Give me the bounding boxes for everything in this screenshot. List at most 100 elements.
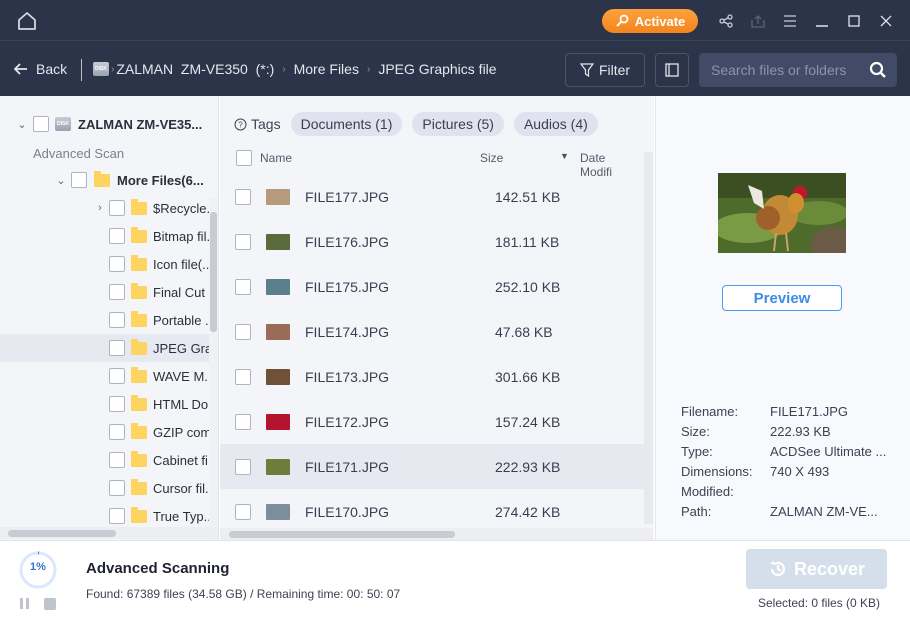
minimize-button[interactable] xyxy=(812,11,832,31)
back-button[interactable]: Back xyxy=(14,61,67,77)
tag-pictures[interactable]: Pictures (5) xyxy=(412,112,504,136)
file-row[interactable]: FILE174.JPG 47.68 KB xyxy=(220,309,644,354)
checkbox[interactable] xyxy=(235,233,251,250)
tree-item-folder[interactable]: HTML Do xyxy=(0,390,210,418)
image-thumbnail xyxy=(266,278,290,295)
tree-vertical-scrollbar[interactable] xyxy=(209,198,218,540)
chevron-right-icon[interactable]: › xyxy=(93,202,107,214)
home-button[interactable] xyxy=(16,10,38,32)
export-button[interactable] xyxy=(748,11,768,31)
file-row[interactable]: FILE171.JPG 222.93 KB xyxy=(220,444,644,489)
checkbox[interactable] xyxy=(109,452,125,468)
metadata-row: Dimensions: 740 X 493 xyxy=(681,461,886,481)
tree-item-folder[interactable]: › $Recycle.. xyxy=(0,194,214,222)
pause-button[interactable] xyxy=(20,598,32,610)
file-row[interactable]: FILE173.JPG 301.66 KB xyxy=(220,354,644,399)
selected-info: Selected: 0 files (0 KB) xyxy=(758,596,881,610)
chevron-down-icon[interactable]: ⌄ xyxy=(15,118,29,131)
list-vertical-scrollbar[interactable] xyxy=(644,152,653,524)
filter-icon xyxy=(579,63,594,77)
checkbox[interactable] xyxy=(109,256,125,272)
tree-item-drive[interactable]: ⌄ DISK ZALMAN ZM-VE35... xyxy=(0,110,210,138)
tag-documents[interactable]: Documents (1) xyxy=(290,112,403,136)
checkbox[interactable] xyxy=(109,396,125,412)
tag-audios[interactable]: Audios (4) xyxy=(513,112,598,136)
breadcrumb: DISK › ZALMAN ZM-VE350 (*:) › More Files… xyxy=(93,61,497,77)
scrollbar-thumb[interactable] xyxy=(8,530,116,537)
tree-item-folder[interactable]: Bitmap fil.. xyxy=(0,222,214,250)
checkbox[interactable] xyxy=(235,413,251,430)
tree-horizontal-scrollbar[interactable] xyxy=(0,527,218,539)
checkbox[interactable] xyxy=(109,480,125,496)
preview-button[interactable]: Preview xyxy=(722,285,842,311)
share-button[interactable] xyxy=(716,11,736,31)
column-name[interactable]: Name xyxy=(260,151,292,165)
tree-item-folder[interactable]: Portable .. xyxy=(0,306,213,334)
folder-icon xyxy=(131,450,147,467)
file-row[interactable]: FILE172.JPG 157.24 KB xyxy=(220,399,644,444)
list-horizontal-scrollbar[interactable] xyxy=(220,528,653,540)
checkbox[interactable] xyxy=(33,116,49,132)
column-size[interactable]: Size xyxy=(480,151,503,165)
file-row[interactable]: FILE176.JPG 181.11 KB xyxy=(220,219,644,264)
chevron-down-icon[interactable]: ⌄ xyxy=(54,174,68,187)
checkbox[interactable] xyxy=(109,200,125,216)
checkbox[interactable] xyxy=(109,228,125,244)
breadcrumb-more-files[interactable]: More Files xyxy=(294,61,359,77)
metadata-row: Type: ACDSee Ultimate ... xyxy=(681,441,886,461)
breadcrumb-drive[interactable]: ZALMAN ZM-VE350 (*:) xyxy=(116,61,274,77)
checkbox[interactable] xyxy=(109,312,125,328)
tree-item-more-files[interactable]: ⌄ More Files(6... xyxy=(0,166,210,194)
scrollbar-thumb[interactable] xyxy=(210,212,217,332)
tree-folder-label: Portable .. xyxy=(153,312,213,328)
checkbox[interactable] xyxy=(109,340,125,356)
select-all-checkbox[interactable] xyxy=(236,150,252,166)
checkbox[interactable] xyxy=(235,278,251,295)
checkbox[interactable] xyxy=(235,503,251,520)
disk-icon: DISK xyxy=(93,62,109,76)
checkbox[interactable] xyxy=(109,508,125,524)
file-row[interactable]: FILE177.JPG 142.51 KB xyxy=(220,174,644,219)
tree-item-folder[interactable]: JPEG Gra.. xyxy=(0,334,218,362)
pause-icon xyxy=(20,598,23,609)
metadata-row: Modified: xyxy=(681,481,886,501)
checkbox[interactable] xyxy=(235,323,251,340)
tree-item-folder[interactable]: Icon file(.. xyxy=(0,250,210,278)
tree-folder-label: Icon file(.. xyxy=(153,256,210,272)
breadcrumb-jpeg[interactable]: JPEG Graphics file xyxy=(378,61,496,77)
tree-item-folder[interactable]: Cursor fil.. xyxy=(0,474,212,502)
tree-item-folder[interactable]: True Typ.. xyxy=(0,502,211,530)
scrollbar-thumb[interactable] xyxy=(229,531,455,538)
recover-button[interactable]: Recover xyxy=(746,549,887,589)
search-input[interactable] xyxy=(699,53,859,87)
toggle-preview-panel-button[interactable] xyxy=(655,53,689,87)
search-icon[interactable] xyxy=(869,61,887,79)
help-icon[interactable]: ? xyxy=(234,118,247,131)
tree-item-folder[interactable]: WAVE M.. xyxy=(0,362,212,390)
checkbox[interactable] xyxy=(235,458,251,475)
tree-drive-label: ZALMAN ZM-VE35... xyxy=(78,116,203,132)
folder-icon xyxy=(94,170,110,187)
checkbox[interactable] xyxy=(109,368,125,384)
checkbox[interactable] xyxy=(235,188,251,205)
file-row[interactable]: FILE175.JPG 252.10 KB xyxy=(220,264,644,309)
close-button[interactable] xyxy=(876,11,896,31)
sort-down-icon[interactable]: ▼ xyxy=(560,151,569,161)
filter-button[interactable]: Filter xyxy=(565,53,645,87)
file-size: 142.51 KB xyxy=(495,188,561,205)
maximize-button[interactable] xyxy=(844,11,864,31)
checkbox[interactable] xyxy=(109,424,125,440)
checkbox[interactable] xyxy=(235,368,251,385)
tree-item-folder[interactable]: Cabinet fi xyxy=(0,446,210,474)
file-name: FILE171.JPG xyxy=(305,458,390,475)
file-name: FILE176.JPG xyxy=(305,233,390,250)
checkbox[interactable] xyxy=(109,284,125,300)
stop-button[interactable] xyxy=(44,598,56,610)
checkbox[interactable] xyxy=(71,172,87,188)
activate-button[interactable]: Activate xyxy=(602,9,698,33)
tree-item-folder[interactable]: Final Cut .. xyxy=(0,278,216,306)
close-icon xyxy=(880,15,892,27)
file-size: 274.42 KB xyxy=(495,503,561,520)
menu-button[interactable] xyxy=(780,11,800,31)
tree-item-folder[interactable]: GZIP com xyxy=(0,418,211,446)
